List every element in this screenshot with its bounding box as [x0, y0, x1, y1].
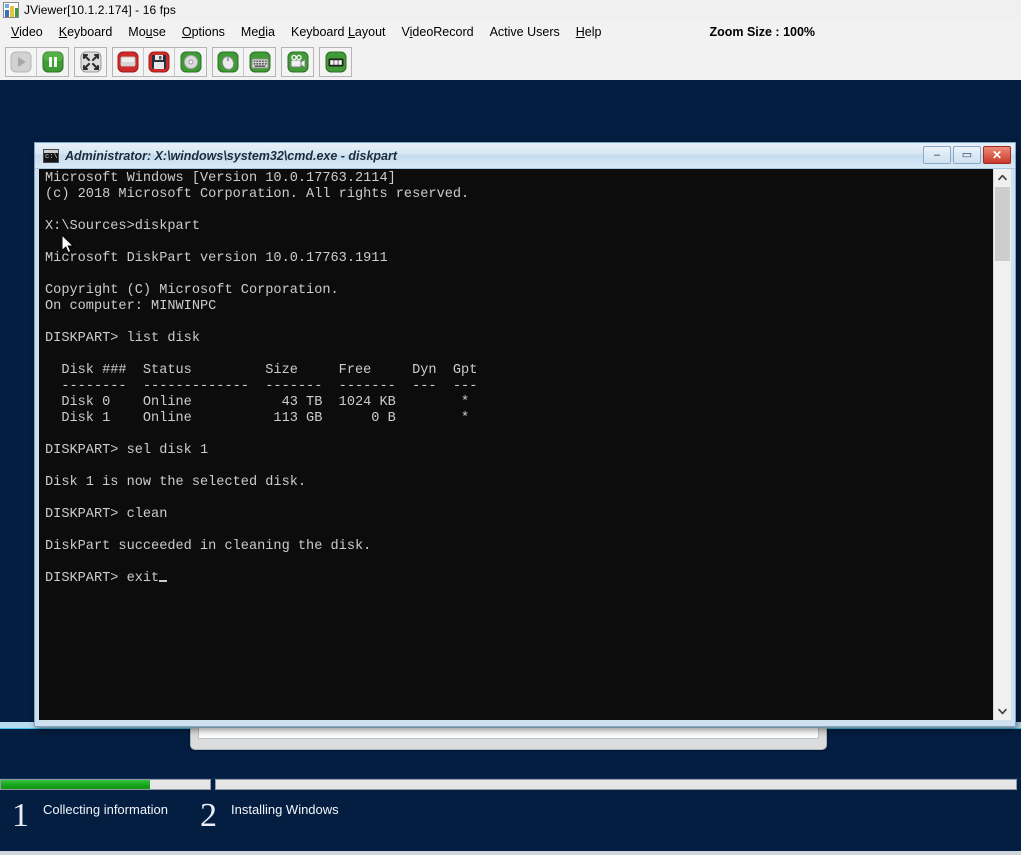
hard-drive-icon — [117, 51, 139, 73]
cmd-window[interactable]: Administrator: X:\windows\system32\cmd.e… — [34, 142, 1016, 727]
toolbar-group-power — [319, 47, 352, 77]
record-button[interactable] — [282, 48, 313, 76]
setup-window-content-strip — [198, 728, 819, 739]
menu-item-media[interactable]: Media — [233, 22, 283, 42]
screen-bottom-edge — [0, 851, 1021, 855]
close-button[interactable]: ✕ — [983, 146, 1011, 164]
play-icon — [10, 51, 32, 73]
menu-item-keyboard-layout[interactable]: Keyboard Layout — [283, 22, 394, 42]
toolbar-group-playback — [5, 47, 69, 77]
console-scrollbar[interactable] — [993, 169, 1011, 720]
progress-bars — [0, 779, 1021, 790]
console-icon — [43, 149, 59, 163]
jviewer-app: JViewer[10.1.2.174] - 16 fps Video Keybo… — [0, 0, 1021, 855]
install-step-2-label: Installing Windows — [231, 802, 339, 817]
minimize-button[interactable]: – — [923, 146, 951, 164]
console-cursor — [159, 580, 167, 582]
app-title: JViewer[10.1.2.174] - 16 fps — [24, 3, 176, 17]
floppy-disk-icon — [148, 51, 170, 73]
toolbar: 50 100 150 — [0, 44, 1021, 82]
setup-window-bottom-edge[interactable] — [190, 728, 827, 750]
cmd-window-controls: – ▭ ✕ — [923, 146, 1011, 164]
play-button[interactable] — [6, 48, 37, 76]
mouse-button[interactable] — [213, 48, 244, 76]
virtual-drive-button[interactable] — [113, 48, 144, 76]
maximize-icon: ▭ — [962, 150, 972, 161]
fullscreen-button[interactable] — [75, 48, 106, 76]
menu-item-active-users[interactable]: Active Users — [482, 22, 568, 42]
app-titlebar: JViewer[10.1.2.174] - 16 fps — [0, 0, 1021, 20]
pause-button[interactable] — [37, 48, 68, 76]
install-step-2: 2 Installing Windows — [200, 799, 339, 833]
mouse-icon — [217, 51, 239, 73]
pause-icon — [42, 51, 64, 73]
menu-item-video[interactable]: Video — [3, 22, 51, 42]
video-camera-icon — [287, 51, 309, 73]
floppy-button[interactable] — [144, 48, 175, 76]
jviewer-icon — [3, 2, 19, 18]
progress-bar-1 — [0, 779, 211, 790]
menu-item-videorecord[interactable]: VideoRecord — [394, 22, 482, 42]
scroll-down-icon[interactable] — [994, 703, 1011, 720]
menu-item-help[interactable]: Help — [568, 22, 610, 42]
scrollbar-thumb[interactable] — [995, 187, 1010, 261]
toolbar-group-input — [212, 47, 276, 77]
toolbar-group-media — [112, 47, 207, 77]
toolbar-group-fullscreen — [74, 47, 107, 77]
console-output-text: Microsoft Windows [Version 10.0.17763.21… — [45, 171, 477, 586]
zoom-size-label: Zoom Size : 100% — [709, 25, 815, 39]
cmd-window-title: Administrator: X:\windows\system32\cmd.e… — [65, 149, 397, 163]
menu-item-options[interactable]: Options — [174, 22, 233, 42]
cd-disc-icon — [180, 51, 202, 73]
menu-item-keyboard[interactable]: Keyboard — [51, 22, 121, 42]
menubar: Video Keyboard Mouse Options Media Keybo… — [0, 19, 1021, 45]
power-button[interactable] — [320, 48, 351, 76]
cd-button[interactable] — [175, 48, 206, 76]
minimize-icon: – — [934, 150, 940, 161]
progress-bar-2 — [215, 779, 1017, 790]
menu-item-mouse[interactable]: Mouse — [120, 22, 174, 42]
server-blade-icon — [325, 51, 347, 73]
remote-screen[interactable]: Administrator: X:\windows\system32\cmd.e… — [0, 80, 1021, 855]
keyboard-icon — [249, 51, 271, 73]
install-steps: 1 Collecting information 2 Installing Wi… — [0, 793, 1021, 855]
install-step-2-number: 2 — [200, 799, 217, 833]
cmd-console-area[interactable]: Microsoft Windows [Version 10.0.17763.21… — [39, 169, 1011, 720]
cmd-titlebar[interactable]: Administrator: X:\windows\system32\cmd.e… — [35, 143, 1015, 169]
console-output: Microsoft Windows [Version 10.0.17763.21… — [45, 171, 991, 587]
install-status-bar: 1 Collecting information 2 Installing Wi… — [0, 778, 1021, 855]
progress-bar-1-fill — [1, 780, 150, 789]
install-step-1: 1 Collecting information — [12, 799, 168, 833]
install-step-1-number: 1 — [12, 799, 29, 833]
scroll-up-icon[interactable] — [994, 169, 1011, 186]
fullscreen-arrows-icon — [80, 51, 102, 73]
close-icon: ✕ — [992, 149, 1002, 161]
install-step-1-label: Collecting information — [43, 802, 168, 817]
toolbar-group-record — [281, 47, 314, 77]
keyboard-button[interactable] — [244, 48, 275, 76]
maximize-button[interactable]: ▭ — [953, 146, 981, 164]
